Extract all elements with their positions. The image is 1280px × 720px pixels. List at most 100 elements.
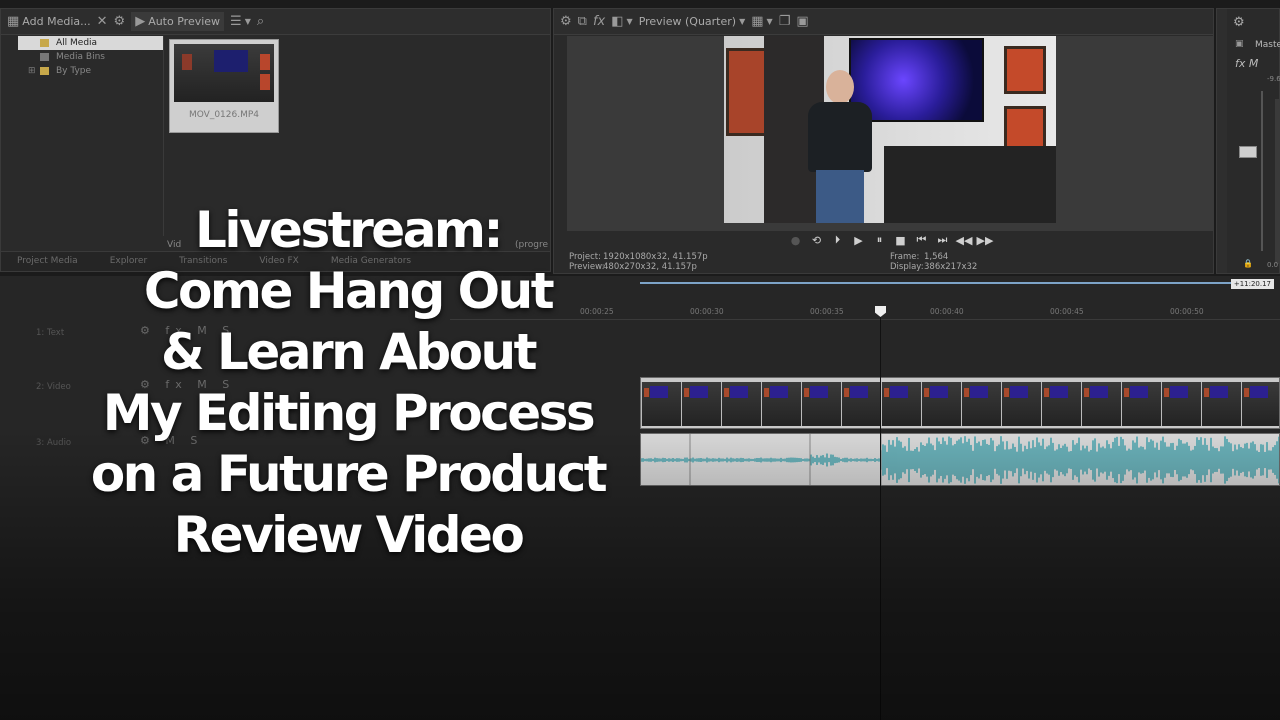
video-thumbnail-frame [1081,382,1121,426]
audio-event[interactable] [640,433,1280,486]
play-from-start-button[interactable]: ⏵ [830,233,846,247]
audio-waveform [641,434,1279,485]
tree-item-all-media[interactable]: All Media [18,36,163,50]
preview-video-frame [724,36,1056,223]
copy-snapshot-button[interactable]: ❐ [779,14,791,29]
add-media-icon: ▦ [7,14,20,29]
end-time-badge: +11:20.17 [1230,279,1274,289]
video-thumbnail-frame [1121,382,1161,426]
person [802,70,880,223]
stop-button[interactable]: ■ [893,234,909,247]
pause-button[interactable]: ⏸ [872,233,888,247]
level-meter [1275,99,1280,264]
video-thumbnail-frame [1201,382,1241,426]
go-to-start-button[interactable]: ⏮ [914,233,930,247]
person-torso [808,102,872,172]
video-thumbnail-frame [1041,382,1081,426]
lock-icon[interactable]: 🔒 [1243,259,1253,268]
ruler-tick: 00:00:30 [690,307,724,316]
overlay-line: & Learn About [160,323,538,381]
split-screen-button[interactable]: ◧ ▼ [611,14,632,29]
panel-handle[interactable] [1217,9,1227,273]
frame-label: Frame: [890,252,920,262]
media-thumbnail[interactable]: MOV_0126.MP4 [169,39,279,133]
auto-preview-button[interactable]: ▶ Auto Preview [131,12,225,31]
remove-media-button[interactable]: ✕ [97,14,108,29]
person-head [826,70,854,104]
thumbnail-caption: MOV_0126.MP4 [188,110,260,120]
video-thumbnail-frame [1241,382,1279,426]
master-label: Maste [1255,40,1280,50]
preview-quality-dropdown[interactable]: Preview (Quarter) ▼ [639,15,746,28]
preview-settings-button[interactable]: ⚙ [560,14,572,29]
overlay-line: Come Hang Out [143,262,555,320]
chevron-down-icon: ▼ [626,17,633,26]
gear-icon: ⚙ [113,14,126,29]
gear-icon: ⚙ [560,14,572,29]
master-bus-panel: ⚙ ▣ Maste fx M -9.6 🔒 0.0 [1216,8,1280,274]
media-properties-button[interactable]: ⚙ [114,14,126,29]
display-label: Display: [890,262,924,272]
folder-icon [40,53,49,61]
video-thumbnail-frame [921,382,961,426]
gear-icon[interactable]: ⚙ [1233,15,1245,30]
display-value: 386x217x32 [924,262,978,272]
external-monitor-button[interactable]: ⧉ [578,14,587,29]
list-view-icon: ☰ [230,14,242,29]
video-thumbnail-frame [721,382,761,426]
loop-region-bar[interactable] [640,282,1234,284]
search-icon: ⌕ [256,14,265,29]
person-legs [816,170,864,223]
tree-item-media-bins[interactable]: Media Bins [18,50,163,64]
meter-bottom-db: 0.0 [1267,261,1279,269]
video-thumbnail-frame [801,382,841,426]
tree-item-by-type[interactable]: ⊞ By Type [18,64,163,78]
overlay-title: Livestream: Come Hang Out & Learn About … [28,200,668,566]
folder-icon [40,39,49,47]
overlay-line: on a Future Product [90,445,608,503]
record-button[interactable]: ● [788,234,804,247]
overlay-line: Review Video [173,506,525,564]
loop-button[interactable]: ⟲ [809,234,825,247]
overlay-line: My Editing Process [102,384,596,442]
wall-poster [1004,46,1046,94]
save-snapshot-button[interactable]: ▣ [796,14,808,29]
play-button[interactable]: ▶ [851,234,867,247]
video-thumbnail-frame [1001,382,1041,426]
chevron-down-icon: ▼ [244,17,251,26]
thumbnail-image [174,44,274,102]
ruler-tick: 00:00:50 [1170,307,1204,316]
video-thumbnail-frame [681,382,721,426]
video-thumbnail-frame [961,382,1001,426]
add-media-button[interactable]: ▦ Add Media... [7,14,91,29]
view-button[interactable]: ☰ ▼ [230,14,251,29]
master-icon: ▣ [1235,39,1244,49]
desk [884,146,1056,223]
expand-icon[interactable]: ⊞ [28,64,36,78]
play-icon: ▶ [135,14,146,29]
playhead-cursor[interactable] [880,308,881,720]
next-frame-button[interactable]: ▶▶ [977,234,994,247]
master-fx-label[interactable]: fx M [1235,57,1258,70]
go-to-end-button[interactable]: ⏭ [935,233,951,247]
chevron-down-icon: ▼ [766,17,773,26]
video-fx-button[interactable]: fx [593,14,605,29]
ruler-tick: 00:00:40 [930,307,964,316]
video-thumbnail-frame [841,382,881,426]
video-thumbnail-frame [1161,382,1201,426]
chevron-down-icon: ▼ [739,17,746,26]
fx-icon: fx [592,14,606,29]
folder-icon [40,67,49,75]
video-event[interactable] [640,377,1280,429]
monitor-icon: ⧉ [577,14,587,29]
overlays-button[interactable]: ▦ ▼ [751,14,772,29]
meter-top-db: -9.6 [1267,75,1280,83]
previous-frame-button[interactable]: ◀◀ [956,234,973,247]
ruler-tick: 00:00:35 [810,307,844,316]
search-button[interactable]: ⌕ [257,14,264,29]
preview-toolbar: ⚙ ⧉ fx ◧ ▼ Preview (Quarter) ▼ ▦ ▼ ❐ ▣ [554,9,1213,35]
video-thumbnail-frame [881,382,921,426]
master-volume-fader[interactable] [1239,146,1257,158]
ruler-tick: 00:00:45 [1050,307,1084,316]
copy-icon: ❐ [778,14,791,29]
